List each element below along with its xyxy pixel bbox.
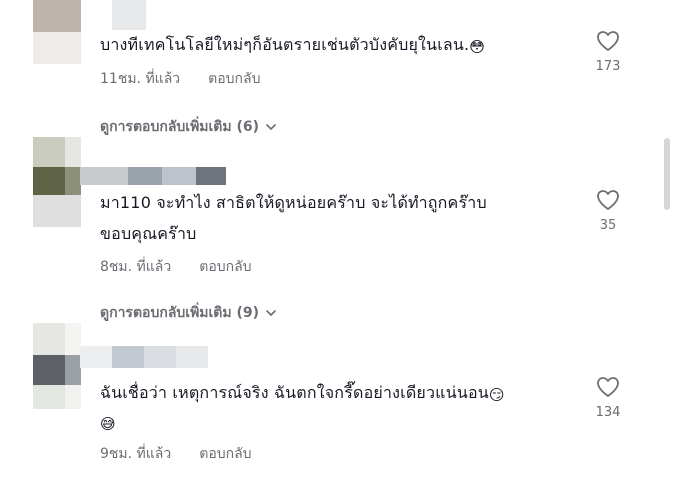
comment-timestamp: 9ชม. ที่แล้ว (100, 446, 172, 462)
like-count: 35 (599, 218, 617, 233)
like-count: 134 (595, 405, 621, 420)
comment-timestamp: 8ชม. ที่แล้ว (100, 259, 172, 275)
scrollbar-thumb[interactable] (664, 138, 670, 210)
comment-line-2: ขอบคุณคร๊าบ (100, 224, 197, 243)
heart-outline-icon[interactable] (596, 376, 620, 398)
heart-outline-icon[interactable] (596, 30, 620, 52)
like-container: 173 (588, 30, 628, 74)
reply-button[interactable]: ตอบกลับ (199, 443, 251, 465)
flushed-emoji: 😳 (469, 38, 486, 56)
comment-meta: 9ชม. ที่แล้ว ตอบกลับ (100, 443, 252, 465)
view-more-replies-label: ดูการตอบกลับเพิ่มเติม (6) (100, 119, 260, 135)
comment-meta: 11ชม. ที่แล้ว ตอบกลับ (100, 68, 260, 90)
view-more-replies-button[interactable]: ดูการตอบกลับเพิ่มเติม (9) (100, 302, 277, 324)
comment-timestamp: 11ชม. ที่แล้ว (100, 71, 181, 87)
like-container: 35 (588, 189, 628, 233)
username-blurred[interactable] (80, 346, 208, 368)
comment-text: มา110 จะทำไง สาธิตให้ดูหน่อยคร๊าบ จะได้ท… (100, 187, 487, 249)
like-count: 173 (595, 59, 621, 74)
view-more-replies-label: ดูการตอบกลับเพิ่มเติม (9) (100, 305, 260, 321)
grinning-sweat-emoji: 😅 (100, 415, 116, 433)
avatar[interactable] (33, 137, 81, 227)
username-blurred[interactable] (112, 0, 146, 30)
avatar[interactable] (33, 0, 81, 64)
chevron-down-icon (266, 310, 276, 316)
comment-line-1: มา110 จะทำไง สาธิตให้ดูหน่อยคร๊าบ จะได้ท… (100, 193, 487, 212)
smirk-emoji: 😏 (488, 386, 505, 404)
comment-text: ฉันเชื่อว่า เหตุการณ์จริง ฉันตกใจกรี๊ดอย… (100, 377, 505, 435)
comment-line-1: ฉันเชื่อว่า เหตุการณ์จริง ฉันตกใจกรี๊ดอย… (100, 383, 489, 402)
avatar[interactable] (33, 323, 81, 409)
reply-button[interactable]: ตอบกลับ (208, 68, 260, 90)
comment-meta: 8ชม. ที่แล้ว ตอบกลับ (100, 256, 252, 278)
heart-outline-icon[interactable] (596, 189, 620, 211)
chevron-down-icon (266, 124, 276, 130)
reply-button[interactable]: ตอบกลับ (199, 256, 251, 278)
like-container: 134 (588, 376, 628, 420)
comments-panel: บางทีเทคโนโลยีใหม่ๆก็อันตรายเช่นตัวบังคั… (0, 0, 674, 484)
view-more-replies-button[interactable]: ดูการตอบกลับเพิ่มเติม (6) (100, 116, 277, 138)
username-blurred[interactable] (80, 167, 226, 185)
comment-text: บางทีเทคโนโลยีใหม่ๆก็อันตรายเช่นตัวบังคั… (100, 29, 485, 63)
